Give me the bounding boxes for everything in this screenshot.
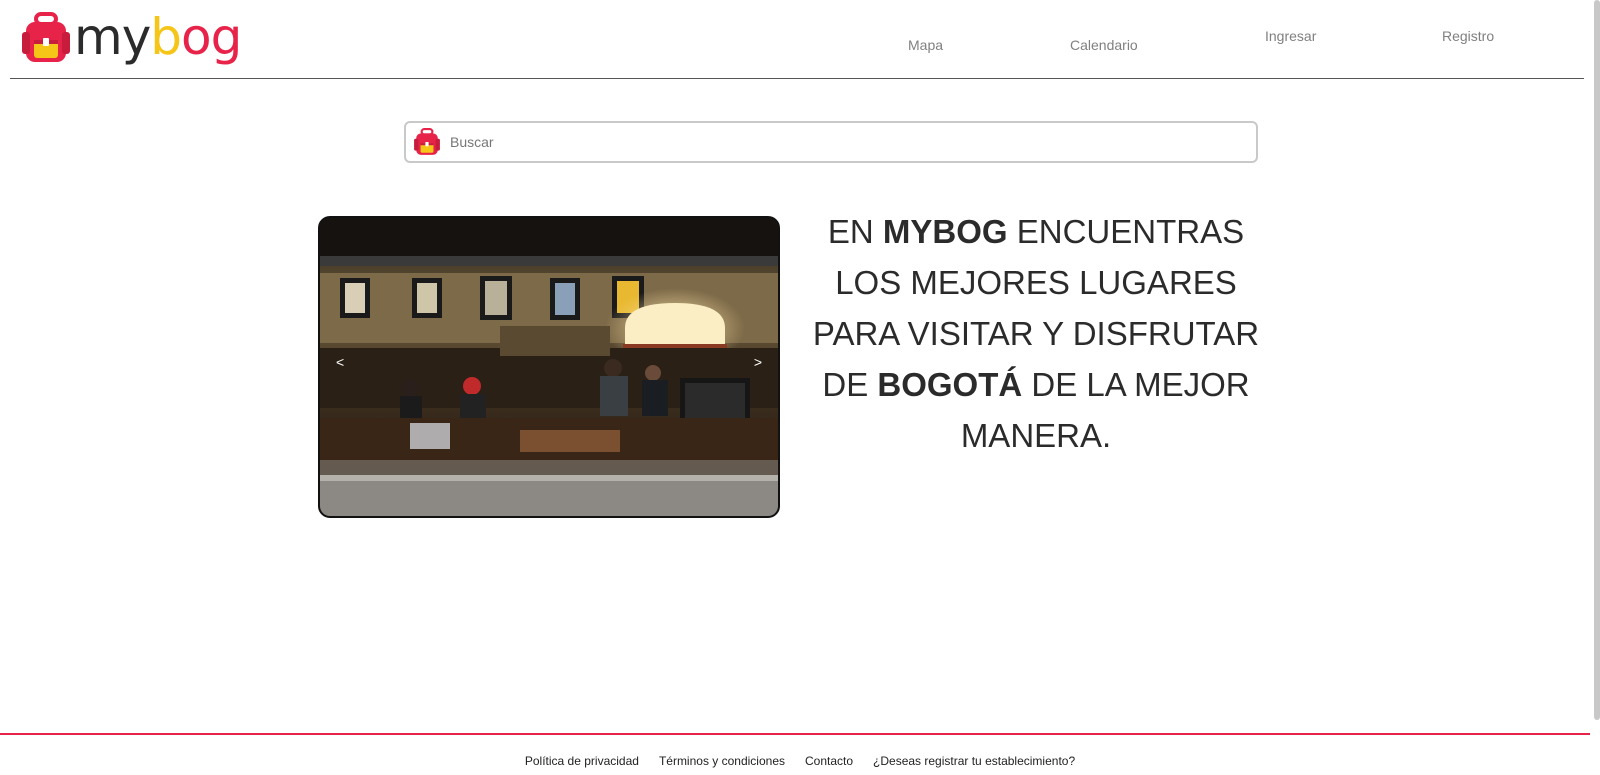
nav-mapa[interactable]: Mapa — [908, 37, 943, 53]
nav-ingresar[interactable]: Ingresar — [1265, 28, 1316, 44]
footer-contact-link[interactable]: Contacto — [805, 754, 853, 768]
footer-links: Política de privacidad Términos y condic… — [0, 754, 1600, 768]
main-nav: Mapa Calendario Ingresar Registro — [10, 0, 1584, 78]
page-scrollbar[interactable] — [1594, 0, 1600, 720]
footer-register-business-link[interactable]: ¿Deseas registrar tu establecimiento? — [873, 754, 1075, 768]
carousel-next-button[interactable]: > — [754, 354, 762, 370]
nav-calendario[interactable]: Calendario — [1070, 37, 1138, 53]
hero-text-1: EN — [827, 213, 883, 250]
footer-divider — [0, 733, 1590, 735]
hero-city: BOGOTÁ — [877, 366, 1023, 403]
backpack-icon — [414, 128, 440, 156]
site-header: mybog Mapa Calendario Ingresar Registro — [10, 0, 1584, 79]
restaurant-photo — [320, 218, 778, 516]
hero-text: EN MYBOG ENCUENTRAS LOS MEJORES LUGARES … — [808, 206, 1264, 461]
carousel-prev-button[interactable]: < — [336, 354, 344, 370]
nav-registro[interactable]: Registro — [1442, 28, 1494, 44]
footer-privacy-link[interactable]: Política de privacidad — [525, 754, 639, 768]
image-carousel: < > — [318, 216, 780, 518]
footer-terms-link[interactable]: Términos y condiciones — [659, 754, 785, 768]
search-input[interactable] — [448, 133, 1256, 151]
hero-text-3: DE — [822, 366, 878, 403]
search-bar — [404, 121, 1258, 163]
hero-brand: MYBOG — [882, 213, 1008, 250]
